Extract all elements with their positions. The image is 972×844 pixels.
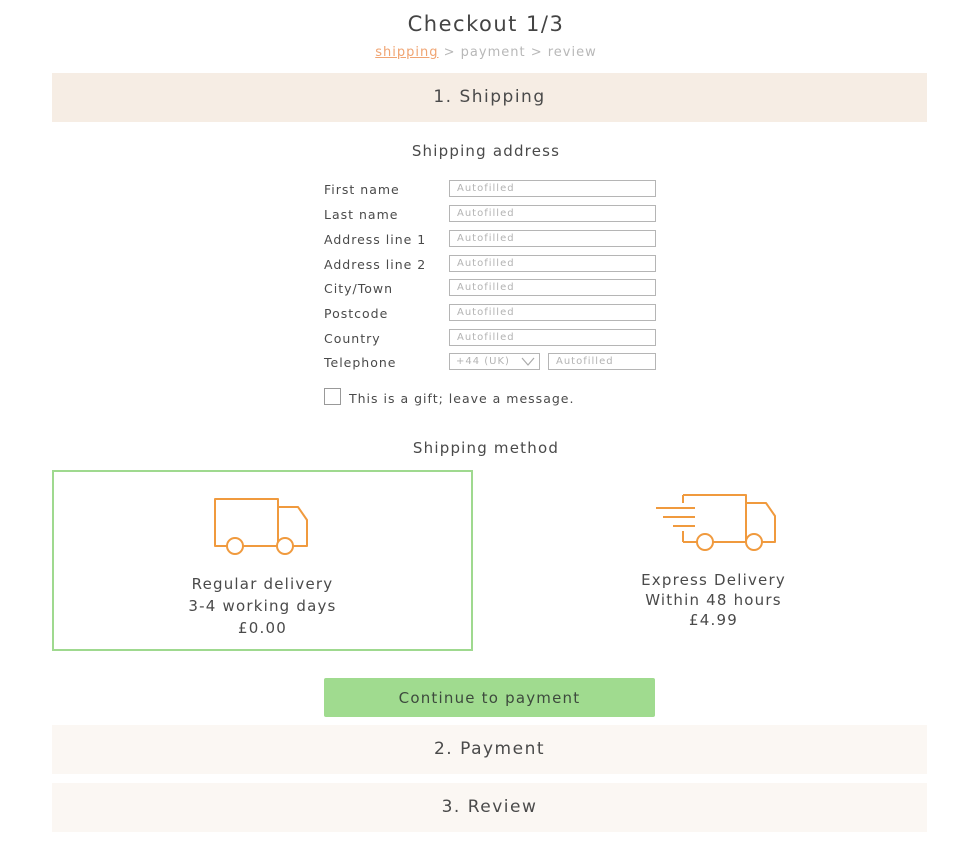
gift-option: This is a gift; leave a message. xyxy=(324,388,624,408)
truck-icon xyxy=(214,498,308,555)
first-name-label: First name xyxy=(324,182,400,197)
last-name-input[interactable] xyxy=(449,205,656,222)
gift-label[interactable]: This is a gift; leave a message. xyxy=(349,391,574,406)
address-line-1-input[interactable] xyxy=(449,230,656,247)
country-label: Country xyxy=(324,331,381,346)
country-code-value: +44 (UK) xyxy=(456,356,510,367)
country-input[interactable] xyxy=(449,329,656,346)
first-name-row: First name xyxy=(324,180,664,198)
express-delivery-price: £4.99 xyxy=(689,611,738,629)
first-name-input[interactable] xyxy=(449,180,656,197)
regular-delivery-details: Regular delivery 3-4 working days £0.00 xyxy=(54,573,471,639)
telephone-label: Telephone xyxy=(324,355,397,370)
shipping-method-heading: Shipping method xyxy=(412,439,560,457)
breadcrumb-payment[interactable]: payment xyxy=(461,45,526,60)
section-payment-header[interactable]: 2. Payment xyxy=(52,725,927,774)
shipping-address-heading: Shipping address xyxy=(411,142,561,160)
breadcrumb-separator: > xyxy=(438,45,461,60)
address-line-2-row: Address line 2 xyxy=(324,255,664,273)
telephone-row: Telephone +44 (UK) xyxy=(324,353,664,371)
express-delivery-details: Express Delivery Within 48 hours £4.99 xyxy=(503,570,924,630)
city-input[interactable] xyxy=(449,279,656,296)
breadcrumb: shipping > payment > review xyxy=(0,45,972,60)
address-line-2-label: Address line 2 xyxy=(324,257,427,272)
postcode-label: Postcode xyxy=(324,306,389,321)
fast-truck-icon xyxy=(656,494,776,551)
country-row: Country xyxy=(324,329,664,347)
postcode-input[interactable] xyxy=(449,304,656,321)
chevron-down-icon xyxy=(521,357,535,366)
telephone-input[interactable] xyxy=(548,353,656,370)
country-code-select[interactable]: +44 (UK) xyxy=(449,353,540,370)
gift-checkbox[interactable] xyxy=(324,388,341,405)
address-line-2-input[interactable] xyxy=(449,255,656,272)
regular-delivery-title: Regular delivery xyxy=(191,575,334,593)
city-row: City/Town xyxy=(324,279,664,297)
breadcrumb-shipping[interactable]: shipping xyxy=(375,45,438,60)
express-delivery-title: Express Delivery xyxy=(641,571,786,589)
postcode-row: Postcode xyxy=(324,304,664,322)
page-title: Checkout 1/3 xyxy=(407,12,565,36)
section-review-header[interactable]: 3. Review xyxy=(52,783,927,832)
regular-delivery-option[interactable]: Regular delivery 3-4 working days £0.00 xyxy=(52,470,473,651)
city-label: City/Town xyxy=(324,281,394,296)
express-delivery-option[interactable]: Express Delivery Within 48 hours £4.99 xyxy=(503,470,924,651)
last-name-row: Last name xyxy=(324,205,664,223)
address-line-1-label: Address line 1 xyxy=(324,232,427,247)
breadcrumb-review[interactable]: review xyxy=(548,45,597,60)
express-delivery-time: Within 48 hours xyxy=(645,591,782,609)
regular-delivery-price: £0.00 xyxy=(238,619,287,637)
address-line-1-row: Address line 1 xyxy=(324,230,664,248)
section-shipping-header[interactable]: 1. Shipping xyxy=(52,73,927,122)
regular-delivery-time: 3-4 working days xyxy=(188,597,337,615)
last-name-label: Last name xyxy=(324,207,399,222)
continue-to-payment-button[interactable]: Continue to payment xyxy=(324,678,655,717)
breadcrumb-separator: > xyxy=(525,45,548,60)
